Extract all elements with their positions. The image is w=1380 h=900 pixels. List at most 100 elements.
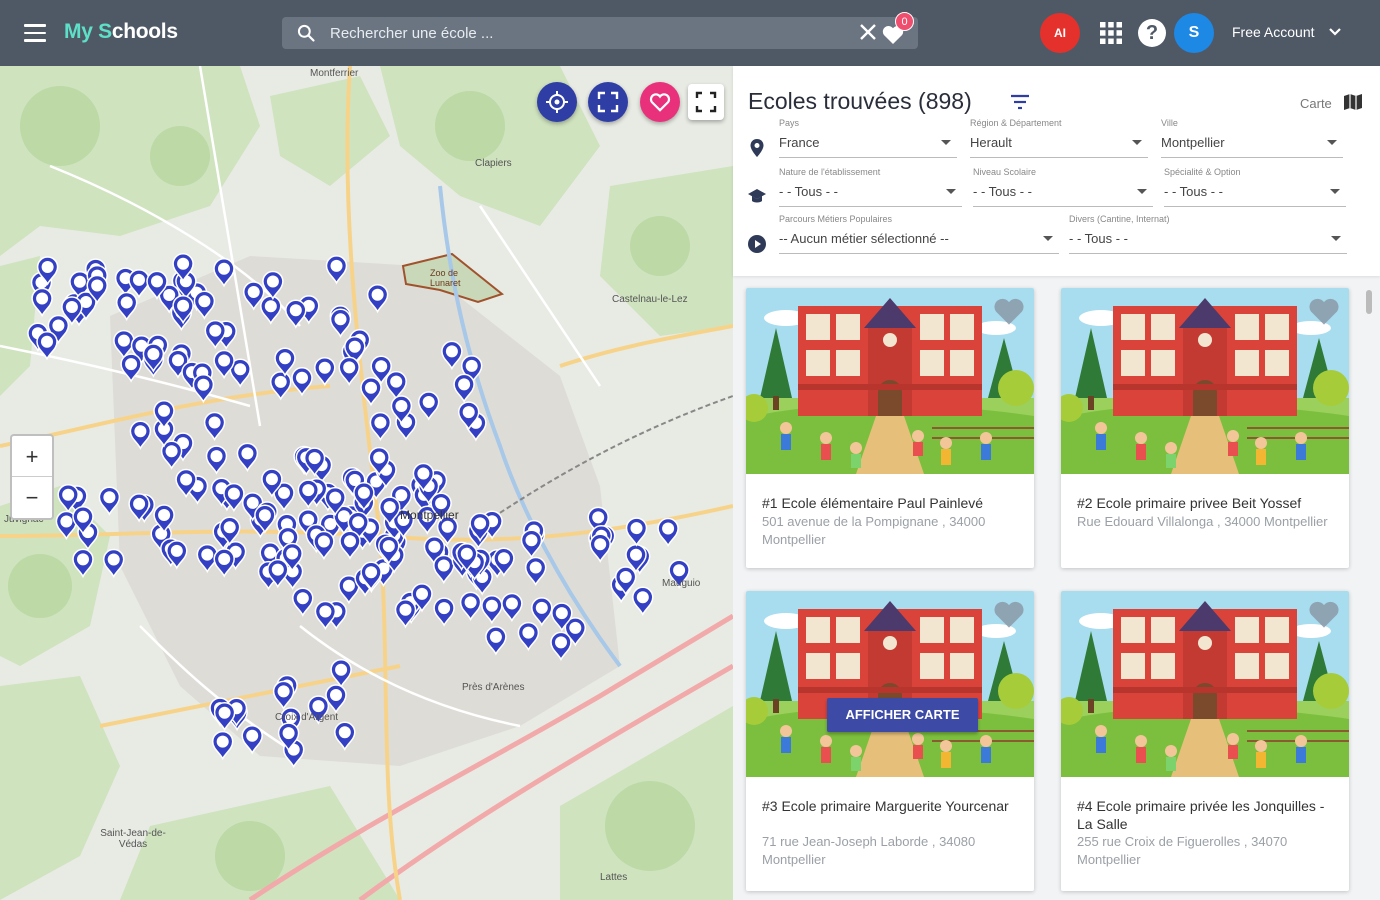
country-value: France [779, 135, 820, 150]
caret-down-icon [1137, 189, 1147, 194]
fullscreen-button[interactable] [688, 84, 724, 120]
search-bar [282, 17, 918, 49]
ai-assistant-button[interactable]: AI [1040, 13, 1080, 53]
map-label: Près d'Arènes [462, 682, 525, 693]
school-name[interactable]: #3 Ecole primaire Marguerite Yourcenar [762, 797, 1020, 815]
play-circle-icon [748, 235, 766, 253]
apps-grid-icon[interactable] [1100, 22, 1122, 44]
map-tiles [0, 66, 733, 900]
results-title: Ecoles trouvées (898) [748, 88, 972, 114]
career-path-value: -- Aucun métier sélectionné -- [779, 231, 949, 246]
school-illustration [1061, 591, 1349, 777]
country-select[interactable]: Pays France [779, 118, 957, 158]
filters-header: Ecoles trouvées (898) Carte Pays France … [733, 66, 1380, 276]
misc-value: - - Tous - - [1069, 231, 1128, 246]
brand-s: S [98, 20, 112, 43]
school-level-value: - - Tous - - [973, 184, 1032, 199]
top-app-bar: My Schools 0 AI ? S Free Account [0, 0, 1380, 66]
school-name[interactable]: #1 Ecole élémentaire Paul Painlevé [762, 494, 1020, 512]
specialty-value: - - Tous - - [1164, 184, 1223, 199]
map-label: Saint-Jean-de-Védas [100, 828, 166, 850]
caret-down-icon [1331, 236, 1341, 241]
caret-down-icon [1132, 140, 1142, 145]
school-card[interactable]: #2 Ecole primaire privee Beit Yossef Rue… [1061, 288, 1349, 568]
help-icon[interactable]: ? [1138, 19, 1166, 47]
school-address: 501 avenue de la Pompignane , 34000 Mont… [762, 514, 986, 547]
show-on-map-button[interactable]: AFFICHER CARTE [827, 698, 978, 732]
school-address: 71 rue Jean-Joseph Laborde , 34080 Montp… [762, 834, 976, 867]
school-illustration [1061, 288, 1349, 474]
crosshair-icon [546, 91, 568, 113]
user-avatar[interactable]: S [1174, 13, 1214, 53]
career-path-label: Parcours Métiers Populaires [779, 214, 893, 224]
specialty-select[interactable]: Spécialité & Option - - Tous - - [1164, 167, 1346, 207]
app-logo[interactable]: My Schools [64, 20, 178, 44]
heart-outline-icon [649, 93, 671, 112]
school-illustration [746, 591, 1034, 777]
chevron-down-icon[interactable] [1328, 27, 1342, 37]
city-select[interactable]: Ville Montpellier [1161, 118, 1343, 158]
map-label: Castelnau-le-Lez [612, 294, 688, 305]
city-value: Montpellier [1161, 135, 1225, 150]
map-label: Zoo de Lunaret [430, 268, 461, 288]
region-value: Herault [970, 135, 1012, 150]
map-label: Croix d'Argent [275, 712, 339, 723]
filter-list-icon[interactable] [1010, 94, 1030, 110]
results-scrollbar[interactable] [1365, 284, 1373, 898]
search-input[interactable] [330, 17, 850, 49]
region-select[interactable]: Région & Département Herault [970, 118, 1148, 158]
school-level-label: Niveau Scolaire [973, 167, 1037, 177]
fit-bounds-button[interactable] [588, 82, 628, 122]
school-level-select[interactable]: Niveau Scolaire - - Tous - - [973, 167, 1153, 207]
favorites-count-badge: 0 [895, 12, 914, 31]
specialty-label: Spécialité & Option [1164, 167, 1241, 177]
zoom-control: + − [10, 434, 54, 520]
caret-down-icon [1330, 189, 1340, 194]
map-label: Lattes [600, 872, 628, 883]
map-label: Montferrier [310, 68, 359, 79]
account-menu-label[interactable]: Free Account [1232, 24, 1315, 40]
location-pin-icon [750, 139, 764, 157]
school-card[interactable]: #1 Ecole élémentaire Paul Painlevé 501 a… [746, 288, 1034, 568]
zoom-out-button[interactable]: − [12, 477, 52, 518]
map-label: Mauguio [662, 578, 701, 589]
career-path-select[interactable]: Parcours Métiers Populaires -- Aucun mét… [779, 214, 1059, 254]
zoom-in-button[interactable]: + [12, 436, 52, 477]
favorites-map-button[interactable] [640, 82, 680, 122]
school-address: Rue Edouard Villalonga , 34000 Montpelli… [1077, 514, 1328, 529]
search-icon [297, 24, 315, 42]
caret-down-icon [1043, 236, 1053, 241]
school-card[interactable]: AFFICHER CARTE #3 Ecole primaire Marguer… [746, 591, 1034, 891]
results-panel: Ecoles trouvées (898) Carte Pays France … [733, 66, 1380, 900]
my-location-button[interactable] [537, 82, 577, 122]
establishment-type-select[interactable]: Nature de l'établissement - - Tous - - [779, 167, 962, 207]
clear-search-icon[interactable] [858, 22, 878, 42]
misc-select[interactable]: Divers (Cantine, Internat) - - Tous - - [1069, 214, 1347, 254]
caret-down-icon [946, 189, 956, 194]
heart-icon[interactable] [992, 599, 1026, 629]
school-address: 255 rue Croix de Figuerolles , 34070 Mon… [1077, 834, 1288, 867]
expand-arrows-icon [597, 91, 619, 113]
brand-rest: chools [111, 20, 178, 43]
heart-icon[interactable] [1307, 296, 1341, 326]
map-label: Clapiers [475, 158, 512, 169]
schools-map[interactable]: Montferrier Clapiers Castelnau-le-Lez Zo… [0, 66, 733, 900]
city-label: Ville [1161, 118, 1178, 128]
school-illustration [746, 288, 1034, 474]
establishment-type-label: Nature de l'établissement [779, 167, 881, 177]
country-label: Pays [779, 118, 800, 128]
caret-down-icon [941, 140, 951, 145]
school-name[interactable]: #2 Ecole primaire privee Beit Yossef [1077, 494, 1335, 512]
establishment-type-value: - - Tous - - [779, 184, 838, 199]
school-name[interactable]: #4 Ecole primaire privée les Jonquilles … [1077, 797, 1335, 833]
school-card[interactable]: #4 Ecole primaire privée les Jonquilles … [1061, 591, 1349, 891]
map-icon[interactable] [1343, 92, 1363, 112]
heart-icon[interactable] [992, 296, 1026, 326]
heart-icon[interactable] [1307, 599, 1341, 629]
caret-down-icon [1327, 140, 1337, 145]
map-toggle-label[interactable]: Carte [1300, 96, 1332, 111]
map-label: Montpellier [400, 508, 459, 522]
brand-my: My [64, 20, 93, 43]
fullscreen-icon [695, 91, 717, 113]
menu-icon[interactable] [24, 24, 46, 42]
